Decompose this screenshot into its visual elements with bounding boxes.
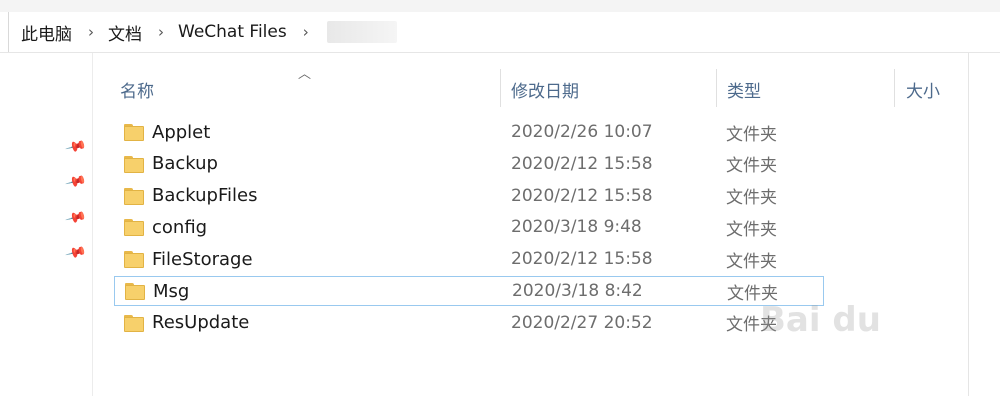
file-name: Backup (152, 153, 218, 175)
breadcrumb-chevron-icon[interactable]: › (158, 23, 164, 41)
column-header-row: ︿ 名称 修改日期 类型 大小 (92, 53, 1000, 123)
file-modified-date: 2020/2/26 10:07 (511, 122, 653, 142)
file-row[interactable]: FileStorage 2020/2/12 15:58 文件夹 (114, 244, 824, 274)
folder-icon-body (124, 126, 144, 141)
file-modified-date: 2020/3/18 8:42 (512, 281, 643, 301)
folder-icon (125, 282, 145, 300)
address-bar-edge (0, 12, 9, 52)
sort-up-icon: ︿ (298, 67, 312, 82)
file-row[interactable]: config 2020/3/18 9:48 文件夹 (114, 212, 824, 242)
file-explorer-window: 此电脑 › 文档 › WeChat Files › 📌 📌 📌 📌 ︿ 名称 修… (0, 0, 1000, 396)
column-header-size[interactable]: 大小 (906, 77, 940, 102)
pin-icon[interactable]: 📌 (64, 171, 87, 194)
folder-icon (124, 314, 144, 332)
file-type: 文件夹 (726, 219, 777, 240)
file-modified-date: 2020/2/12 15:58 (511, 185, 653, 206)
pane-edge (968, 53, 969, 396)
folder-icon (124, 218, 144, 237)
file-row[interactable]: BackupFiles 2020/2/12 15:58 文件夹 (114, 181, 824, 211)
column-divider[interactable] (716, 69, 717, 107)
folder-icon-body (124, 157, 144, 173)
breadcrumb-item-wechat-files[interactable]: WeChat Files (178, 22, 287, 42)
folder-icon-body (124, 221, 144, 237)
address-bar[interactable]: 此电脑 › 文档 › WeChat Files › (0, 12, 1000, 53)
breadcrumb: 此电脑 › 文档 › WeChat Files › (21, 20, 397, 45)
breadcrumb-chevron-icon[interactable]: › (88, 23, 94, 41)
folder-icon (124, 155, 144, 173)
file-modified-date: 2020/2/27 20:52 (511, 312, 653, 333)
file-name: BackupFiles (152, 185, 258, 207)
file-row[interactable]: ResUpdate 2020/2/27 20:52 文件夹 (114, 308, 824, 338)
file-name: config (152, 216, 208, 238)
folder-icon-body (125, 285, 145, 300)
file-name: FileStorage (152, 248, 253, 270)
column-header-name[interactable]: 名称 (120, 77, 154, 102)
file-type: 文件夹 (726, 315, 777, 336)
file-type: 文件夹 (726, 188, 777, 209)
column-header-modified[interactable]: 修改日期 (511, 77, 579, 102)
file-type: 文件夹 (726, 156, 777, 177)
file-modified-date: 2020/2/12 15:58 (511, 249, 653, 270)
file-type: 文件夹 (726, 251, 777, 272)
file-name: Applet (152, 121, 211, 143)
file-type: 文件夹 (727, 283, 778, 304)
title-strip (0, 0, 1000, 12)
folder-icon-body (124, 189, 144, 205)
file-modified-date: 2020/3/18 9:48 (511, 217, 642, 238)
column-divider[interactable] (500, 69, 501, 107)
file-name: Msg (153, 280, 190, 302)
folder-icon (124, 250, 144, 269)
file-row[interactable]: Applet 2020/2/26 10:07 文件夹 (114, 117, 824, 147)
breadcrumb-item-this-pc[interactable]: 此电脑 (21, 20, 72, 45)
pin-icon[interactable]: 📌 (64, 242, 87, 265)
breadcrumb-chevron-icon[interactable]: › (303, 23, 309, 41)
file-name: ResUpdate (152, 312, 250, 334)
file-row[interactable]: Msg 2020/3/18 8:42 文件夹 (114, 276, 824, 306)
folder-icon-body (124, 253, 144, 269)
folder-icon (124, 123, 144, 141)
breadcrumb-item-documents[interactable]: 文档 (108, 20, 142, 45)
column-divider[interactable] (894, 69, 895, 107)
pin-icon[interactable]: 📌 (64, 136, 87, 159)
file-type: 文件夹 (726, 124, 777, 145)
column-header-type[interactable]: 类型 (727, 77, 761, 102)
pin-icon[interactable]: 📌 (64, 207, 87, 230)
folder-icon-body (124, 316, 144, 332)
navigation-pane: 📌 📌 📌 📌 (0, 53, 93, 396)
file-row[interactable]: Backup 2020/2/12 15:58 文件夹 (114, 149, 824, 179)
blurred-breadcrumb-item (326, 21, 397, 43)
file-modified-date: 2020/2/12 15:58 (511, 153, 653, 174)
folder-icon (124, 187, 144, 205)
